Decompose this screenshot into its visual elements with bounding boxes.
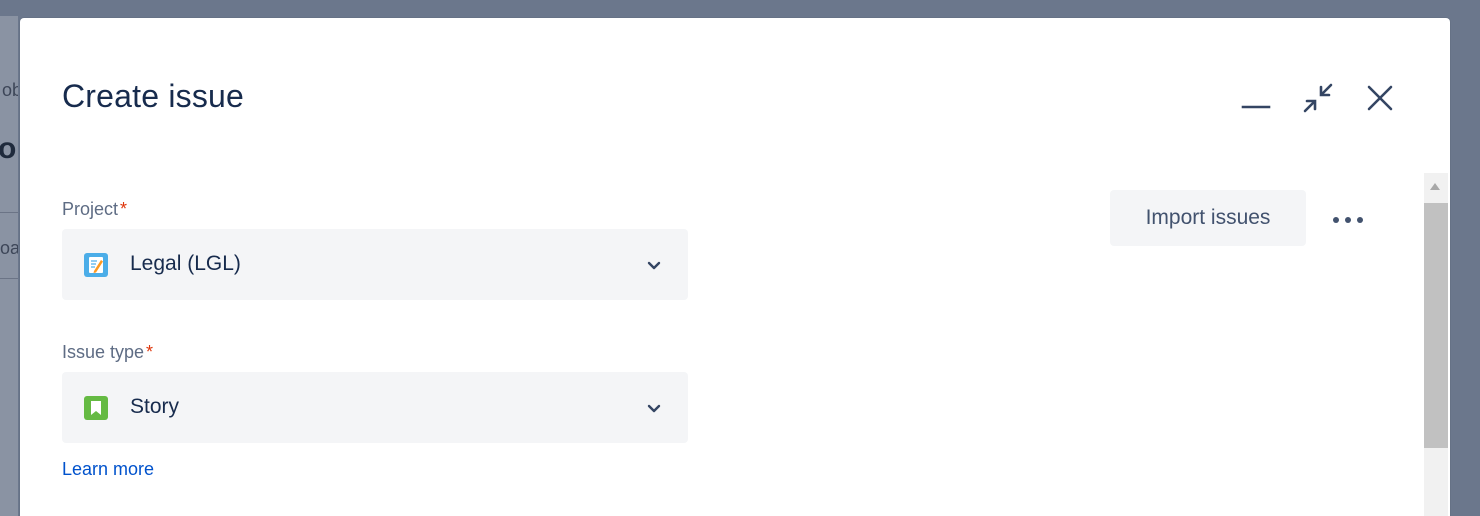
issue-type-label: Issue type * [62, 342, 153, 363]
legal-project-icon [84, 253, 108, 277]
required-marker: * [146, 342, 154, 362]
close-button[interactable] [1358, 76, 1402, 120]
issue-type-value: Story [130, 395, 180, 418]
minimize-icon [1241, 105, 1271, 109]
project-value: Legal (LGL) [130, 252, 241, 275]
chevron-down-icon [647, 404, 661, 413]
project-label-text: Project [62, 199, 119, 219]
scroll-up-icon[interactable] [1430, 183, 1440, 190]
issue-type-select[interactable]: Story [62, 372, 688, 443]
dialog-title: Create issue [62, 78, 245, 114]
scroll-thumb[interactable] [1424, 203, 1448, 448]
shrink-icon [1303, 83, 1333, 113]
background-text: ob [2, 80, 18, 100]
chevron-down-icon [647, 261, 661, 270]
shrink-button[interactable] [1296, 76, 1340, 120]
required-marker: * [120, 199, 128, 219]
background-page: ob o oa [0, 16, 18, 516]
import-issues-button[interactable]: Import issues [1110, 190, 1306, 246]
story-icon [84, 396, 108, 420]
background-divider [0, 278, 18, 279]
issue-type-label-text: Issue type [62, 342, 145, 362]
project-select[interactable]: Legal (LGL) [62, 229, 688, 300]
background-divider [0, 212, 18, 213]
create-issue-dialog: Create issue Project * Legal (LGL) Issue… [20, 18, 1450, 516]
background-heading: o [0, 132, 17, 165]
dialog-scrollbar[interactable] [1424, 173, 1448, 516]
minimize-button[interactable] [1234, 76, 1278, 120]
background-text: oa [0, 238, 18, 258]
more-icon [1333, 217, 1363, 223]
project-label: Project * [62, 199, 127, 220]
learn-more-link[interactable]: Learn more [62, 459, 154, 480]
close-icon [1367, 85, 1393, 111]
more-actions-button[interactable] [1326, 200, 1370, 240]
